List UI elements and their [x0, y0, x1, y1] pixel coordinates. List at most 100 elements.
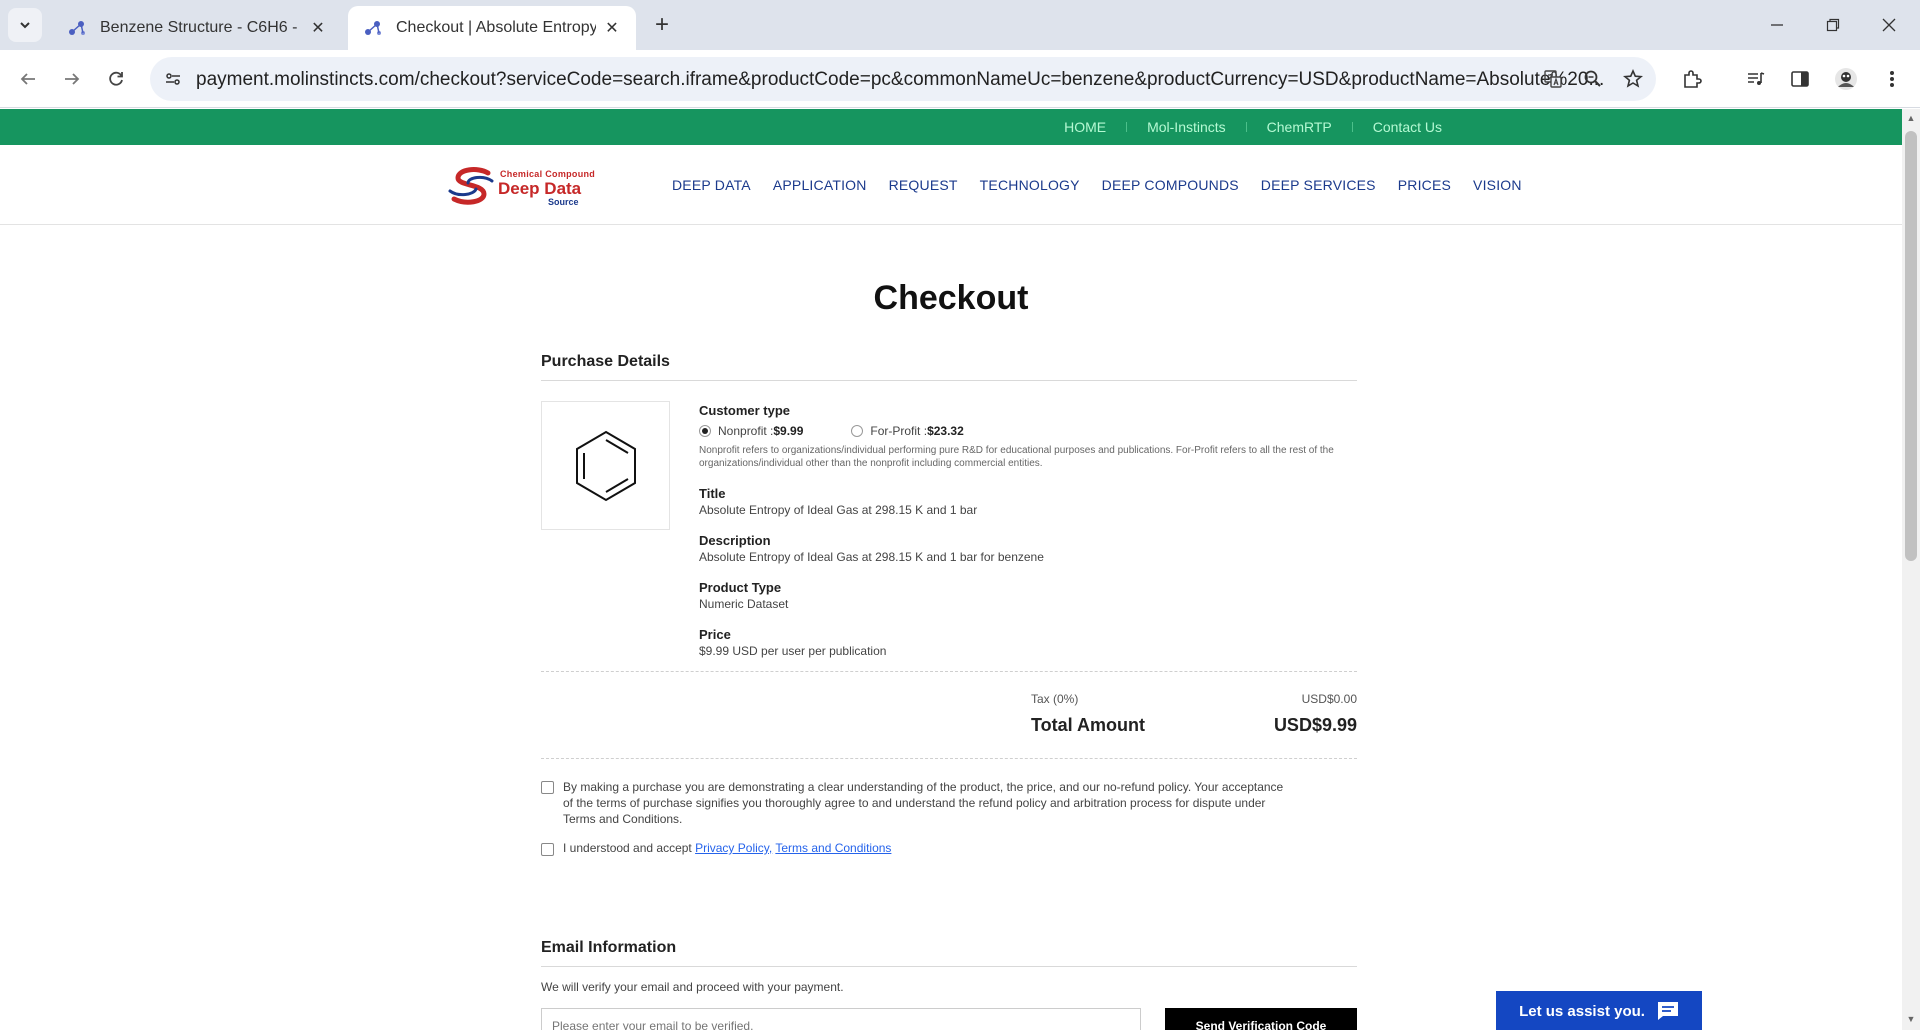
molecule-favicon-icon — [365, 21, 381, 35]
logo-tagline: Chemical Compound — [500, 169, 596, 179]
privacy-accept-checkbox[interactable] — [541, 843, 554, 856]
forprofit-price: $23.32 — [927, 424, 964, 438]
tab-search-button[interactable] — [8, 8, 42, 42]
arrow-left-icon — [20, 73, 35, 85]
description-value: Absolute Entropy of Ideal Gas at 298.15 … — [699, 550, 1044, 564]
menu-button[interactable] — [1876, 63, 1908, 95]
topbar-link-chemrtp[interactable]: ChemRTP — [1247, 119, 1352, 135]
accept-prefix: I understood and accept — [563, 841, 696, 855]
product-type-label: Product Type — [699, 580, 782, 595]
profile-avatar[interactable] — [1830, 63, 1862, 95]
extensions-button[interactable] — [1676, 63, 1708, 95]
forward-button[interactable] — [56, 63, 88, 95]
description-label: Description — [699, 533, 771, 548]
top-green-bar: HOME Mol-Instincts ChemRTP Contact Us — [0, 109, 1902, 145]
nav-request[interactable]: REQUEST — [889, 177, 958, 193]
benzene-structure-image — [541, 401, 670, 530]
reload-icon — [109, 71, 123, 86]
nav-deep-compounds[interactable]: DEEP COMPOUNDS — [1102, 177, 1239, 193]
title-value: Absolute Entropy of Ideal Gas at 298.15 … — [699, 503, 978, 517]
customer-type-label: Customer type — [699, 403, 791, 418]
email-input[interactable] — [541, 1008, 1141, 1030]
close-window-button[interactable] — [1874, 10, 1904, 40]
forprofit-radio[interactable] — [851, 425, 864, 437]
restore-button[interactable] — [1818, 10, 1848, 40]
privacy-accept-text: I understood and accept Privacy Policy, … — [563, 841, 891, 855]
totals-block: Tax (0%) USD$0.00 Total Amount USD$9.99 — [541, 672, 1357, 758]
page-scrollbar[interactable]: ▲ ▼ — [1902, 109, 1920, 1030]
forprofit-label: For-Profit : — [870, 424, 928, 438]
bookmark-star-icon[interactable] — [1620, 66, 1646, 92]
terms-conditions-link[interactable]: Terms and Conditions — [775, 841, 891, 855]
purchase-terms-text: By making a purchase you are demonstrati… — [563, 780, 1284, 826]
forprofit-option[interactable]: For-Profit : $23.32 — [851, 424, 964, 438]
checkout-content: Purchase Details Customer type Nonprofit… — [541, 353, 1357, 1030]
agreement-block: By making a purchase you are demonstrati… — [541, 759, 1357, 939]
live-chat-button[interactable]: Let us assist you. — [1496, 991, 1702, 1030]
nav-deep-data[interactable]: DEEP DATA — [672, 177, 751, 193]
puzzle-icon — [1684, 70, 1702, 88]
new-tab-button[interactable]: + — [648, 11, 676, 39]
chevron-down-icon — [20, 22, 30, 29]
tab-title: Benzene Structure - C6H6 - Ch — [100, 19, 302, 36]
product-type-value: Numeric Dataset — [699, 597, 789, 611]
title-field: Title Absolute Entropy of Ideal Gas at 2… — [699, 486, 1359, 517]
logo-mark-icon — [448, 167, 494, 205]
tax-label: Tax (0%) — [1031, 692, 1079, 706]
address-bar[interactable]: payment.molinstincts.com/checkout?servic… — [150, 57, 1656, 101]
tab-checkout[interactable]: Checkout | Absolute Entropy of ✕ — [348, 6, 636, 50]
nonprofit-price: $9.99 — [773, 424, 804, 438]
site-settings-icon[interactable] — [162, 68, 184, 90]
email-row: Send Verification Code — [541, 1008, 1357, 1030]
deep-data-logo[interactable]: Chemical Compound Deep Data Source — [448, 165, 596, 207]
url-text: payment.molinstincts.com/checkout?servic… — [196, 69, 1605, 90]
minimize-button[interactable] — [1762, 10, 1792, 40]
tax-value: USD$0.00 — [1301, 692, 1357, 706]
logo-source: Source — [548, 197, 579, 207]
nonprofit-label: Nonprofit : — [718, 424, 774, 438]
main-menu: DEEP DATA APPLICATION REQUEST TECHNOLOGY… — [672, 145, 1544, 225]
scroll-up-arrow[interactable]: ▲ — [1906, 113, 1916, 123]
topbar-link-contact-us[interactable]: Contact Us — [1353, 119, 1462, 135]
topbar-link-mol-instincts[interactable]: Mol-Instincts — [1127, 119, 1246, 135]
tab-benzene-structure[interactable]: Benzene Structure - C6H6 - Ch ✕ — [52, 6, 342, 50]
price-field: Price $9.99 USD per user per publication — [699, 627, 1359, 658]
scrollbar-thumb[interactable] — [1905, 131, 1917, 561]
topbar-link-home[interactable]: HOME — [1044, 119, 1126, 135]
product-block: Customer type Nonprofit : $9.99 For-Prof… — [541, 381, 1357, 671]
translate-icon[interactable] — [1540, 66, 1566, 92]
benzene-ring-icon — [575, 430, 636, 501]
close-icon — [1882, 18, 1896, 32]
close-icon[interactable]: ✕ — [602, 18, 622, 38]
send-verification-code-button[interactable]: Send Verification Code — [1165, 1008, 1357, 1030]
nonprofit-option[interactable]: Nonprofit : $9.99 — [699, 424, 803, 438]
web-page: HOME Mol-Instincts ChemRTP Contact Us Ch… — [0, 109, 1902, 1030]
browser-tab-strip: Benzene Structure - C6H6 - Ch ✕ Checkout… — [0, 0, 1920, 50]
nav-technology[interactable]: TECHNOLOGY — [980, 177, 1080, 193]
back-button[interactable] — [12, 63, 44, 95]
privacy-policy-link[interactable]: Privacy Policy, — [695, 841, 772, 855]
price-label: Price — [699, 627, 731, 642]
media-control-button[interactable] — [1740, 63, 1772, 95]
side-panel-button[interactable] — [1784, 63, 1816, 95]
customer-type-note: Nonprofit refers to organizations/indivi… — [699, 445, 1334, 469]
description-field: Description Absolute Entropy of Ideal Ga… — [699, 533, 1359, 564]
nonprofit-radio[interactable] — [699, 425, 711, 437]
top-links: HOME Mol-Instincts ChemRTP Contact Us — [1044, 109, 1462, 145]
nav-application[interactable]: APPLICATION — [773, 177, 867, 193]
title-label: Title — [699, 486, 726, 501]
close-icon[interactable]: ✕ — [308, 18, 328, 38]
total-amount-value: USD$9.99 — [1273, 715, 1357, 735]
nav-deep-services[interactable]: DEEP SERVICES — [1261, 177, 1376, 193]
kebab-menu-icon — [1890, 71, 1894, 87]
nav-vision[interactable]: VISION — [1473, 177, 1522, 193]
reload-button[interactable] — [100, 63, 132, 95]
email-information-heading: Email Information — [541, 939, 1357, 967]
minimize-icon — [1771, 24, 1783, 26]
purchase-details-heading: Purchase Details — [541, 353, 1357, 381]
scroll-down-arrow[interactable]: ▼ — [1906, 1014, 1916, 1024]
tab-title: Checkout | Absolute Entropy of — [396, 19, 596, 36]
zoom-icon[interactable] — [1580, 66, 1606, 92]
purchase-terms-checkbox[interactable] — [541, 781, 554, 794]
nav-prices[interactable]: PRICES — [1398, 177, 1451, 193]
